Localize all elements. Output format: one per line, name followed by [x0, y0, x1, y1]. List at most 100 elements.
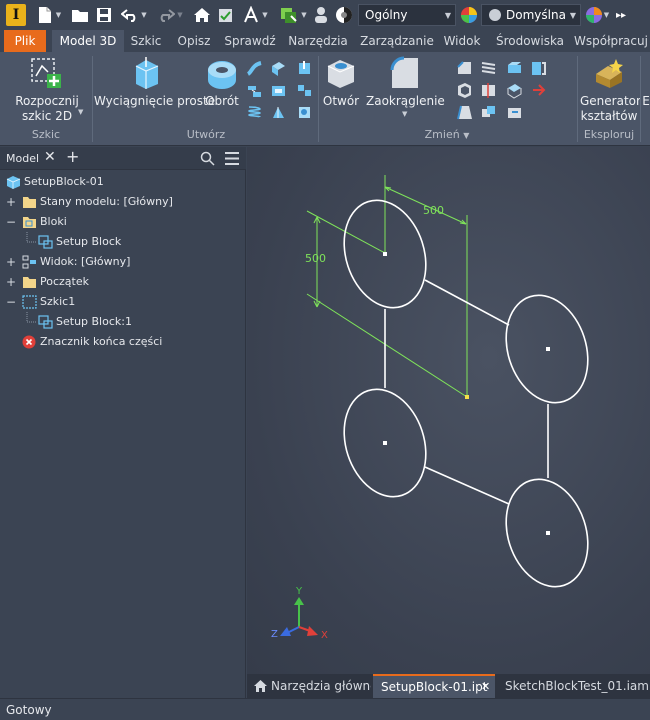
update-icon[interactable]	[216, 4, 236, 26]
expand-icon[interactable]: +	[6, 272, 16, 292]
tree-item-end-of-part[interactable]: Znacznik końca części	[0, 332, 246, 352]
tab-inspect[interactable]: Sprawdź	[222, 30, 278, 52]
combine-icon[interactable]	[480, 104, 497, 121]
center-point[interactable]	[546, 347, 550, 351]
fillet-button[interactable]: Zaokrąglenie	[366, 94, 445, 109]
move-bodies-icon[interactable]	[530, 82, 547, 99]
search-icon[interactable]	[200, 151, 215, 166]
dimension-horizontal-label[interactable]: 500	[423, 204, 444, 217]
ribbon-tabs: Plik Model 3D Szkic Opisz Sprawdź Narzęd…	[0, 30, 650, 52]
doc-tab-label: Narzędzia główne	[271, 679, 371, 693]
extrude-button[interactable]: Wyciągnięcie proste	[94, 94, 215, 109]
expand-icon[interactable]: +	[6, 252, 16, 272]
save-icon[interactable]	[94, 4, 114, 26]
add-browser-tab-button[interactable]: +	[66, 147, 79, 166]
start-2d-sketch-line1: Rozpocznij	[15, 94, 79, 108]
tab-manage[interactable]: Zarządzanie	[356, 30, 438, 52]
tree-item-blocks[interactable]: − Bloki	[0, 212, 246, 232]
replace-face-icon[interactable]	[530, 60, 547, 77]
tab-file[interactable]: Plik	[4, 30, 46, 52]
tab-environments[interactable]: Środowiska	[492, 30, 568, 52]
hole-icon[interactable]	[324, 56, 358, 90]
import-icon[interactable]	[296, 60, 313, 77]
shape-generator-icon[interactable]	[592, 56, 626, 90]
tab-sketch[interactable]: Szkic	[126, 30, 166, 52]
undo-icon[interactable]: ▼	[118, 4, 150, 26]
sketch-line[interactable]	[424, 466, 510, 505]
tree-item-sketch1[interactable]: − Szkic1	[0, 292, 246, 312]
collapse-icon[interactable]: −	[6, 212, 16, 232]
decal-icon[interactable]	[296, 104, 313, 121]
shell-icon[interactable]	[456, 82, 473, 99]
tab-view[interactable]: Widok	[440, 30, 484, 52]
thread-icon[interactable]	[480, 60, 497, 77]
thicken-icon[interactable]	[506, 60, 523, 77]
open-folder-icon[interactable]	[70, 4, 90, 26]
center-point[interactable]	[546, 531, 550, 535]
collapse-icon[interactable]: −	[6, 292, 16, 312]
close-icon[interactable]: ✕	[481, 676, 490, 698]
loft-icon[interactable]	[246, 82, 263, 99]
center-point[interactable]	[383, 441, 387, 445]
sweep-icon[interactable]	[246, 60, 263, 77]
tab-annotate[interactable]: Opisz	[172, 30, 216, 52]
color-wheel-icon[interactable]	[459, 4, 479, 26]
tab-tools[interactable]: Narzędzia	[284, 30, 352, 52]
quick-access-toolbar: I ▼ ▼ ▼ ▼ ▼ Ogólny ▼ Domyślna ▼ ▼ ▸▸	[0, 0, 650, 30]
rib-icon[interactable]	[270, 60, 287, 77]
select-filter-icon[interactable]: ▼	[276, 4, 310, 26]
tree-item-setup-block[interactable]: Setup Block	[0, 232, 246, 252]
split-icon[interactable]	[480, 82, 497, 99]
doc-tab-sketchblocktest[interactable]: SketchBlockTest_01.iam	[497, 674, 650, 698]
more-tools-icon[interactable]: ▸▸	[612, 4, 630, 26]
expand-icon[interactable]: +	[6, 192, 16, 212]
fillet-icon[interactable]	[388, 56, 422, 90]
tab-model-3d[interactable]: Model 3D	[52, 30, 124, 52]
measure-icon[interactable]: ▼	[240, 4, 270, 26]
tree-item-part[interactable]: SetupBlock-01	[0, 172, 246, 192]
tab-collaborate[interactable]: Współpracuj	[574, 30, 650, 52]
redo-icon[interactable]: ▼	[154, 4, 186, 26]
doc-tab-home[interactable]: Narzędzia główne	[249, 674, 371, 698]
doc-tab-setupblock[interactable]: SetupBlock-01.ipt ✕	[373, 674, 495, 698]
unwrap-icon[interactable]	[296, 82, 313, 99]
dimension-endpoint[interactable]	[465, 395, 469, 399]
revolve-button[interactable]: Obrót	[204, 94, 240, 109]
sketch-2d-icon[interactable]	[28, 56, 64, 90]
material-icon[interactable]	[334, 4, 354, 26]
appearance-combo[interactable]: Domyślna ▼	[481, 4, 581, 26]
explore-panel-label: Eksploruj	[583, 128, 635, 141]
new-file-icon[interactable]: ▼	[34, 4, 64, 26]
hole-button[interactable]: Otwór	[320, 94, 362, 109]
emboss-icon[interactable]	[270, 82, 287, 99]
app-logo-icon[interactable]: I	[6, 4, 26, 26]
tree-item-setup-block-instance[interactable]: Setup Block:1	[0, 312, 246, 332]
tree-item-model-states[interactable]: + Stany modelu: [Główny]	[0, 192, 246, 212]
menu-icon[interactable]	[224, 151, 240, 166]
appearance-palette-icon[interactable]: ▼	[584, 4, 610, 26]
status-bar: Gotowy	[0, 698, 650, 720]
dimension-vertical-label[interactable]: 500	[305, 252, 326, 265]
draft-icon[interactable]	[456, 104, 473, 121]
axis-triad[interactable]: Y Z X	[271, 586, 328, 641]
start-2d-sketch-button[interactable]: Rozpocznij szkic 2D	[14, 94, 80, 124]
tree-item-origin[interactable]: + Początek	[0, 272, 246, 292]
user-profile-icon[interactable]	[312, 4, 330, 26]
home-icon[interactable]	[192, 4, 212, 26]
delete-face-icon[interactable]	[506, 82, 523, 99]
revolve-icon[interactable]	[205, 56, 239, 90]
dim-extension-line	[306, 210, 386, 254]
material-combo[interactable]: Ogólny ▼	[358, 4, 456, 26]
chamfer-icon[interactable]	[456, 60, 473, 77]
extrude-icon[interactable]	[130, 56, 164, 90]
tree-item-view[interactable]: + Widok: [Główny]	[0, 252, 246, 272]
derive-icon[interactable]	[270, 104, 287, 121]
shape-generator-button[interactable]: Generator kształtów	[580, 94, 641, 124]
graphics-viewport[interactable]: 500 500 Y Z X	[247, 147, 650, 674]
overflow-panel-label[interactable]: E	[642, 94, 650, 109]
coil-icon[interactable]	[246, 104, 263, 121]
browser-title-tab[interactable]: Model	[6, 152, 39, 165]
close-icon[interactable]: ✕	[44, 149, 56, 165]
direct-edit-icon[interactable]	[506, 104, 523, 121]
center-point[interactable]	[383, 252, 387, 256]
